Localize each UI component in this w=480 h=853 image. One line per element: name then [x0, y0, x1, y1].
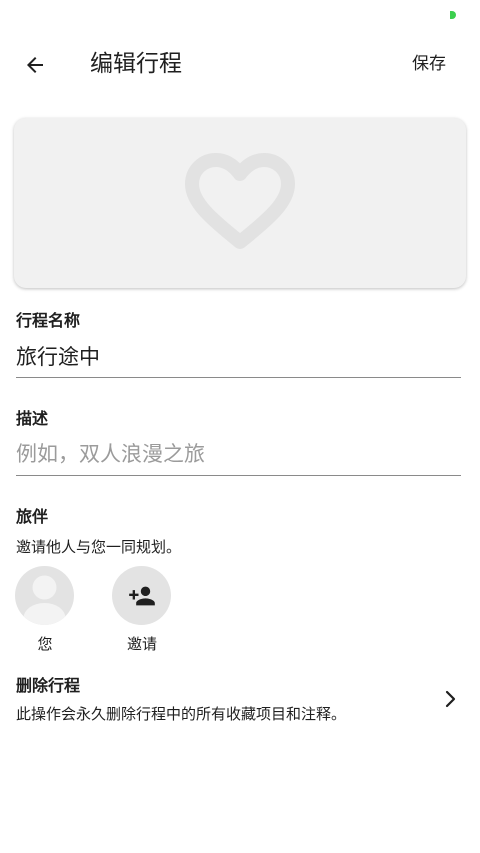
avatar [15, 566, 74, 625]
heart-icon [185, 153, 295, 249]
delete-trip-title: 删除行程 [16, 676, 81, 695]
arrow-left-icon [27, 57, 43, 73]
edit-trip-screen: 编辑行程 保存 行程名称 描述 旅伴 邀请他人与您一同规划。 您 邀请 删除行程… [0, 0, 480, 853]
delete-trip-row[interactable]: 删除行程 此操作会永久删除行程中的所有收藏项目和注释。 [0, 672, 480, 732]
companions-title: 旅伴 [16, 507, 49, 526]
companion-you[interactable]: 您 [15, 566, 75, 655]
invite-label: 邀请 [126, 635, 157, 653]
app-bar: 编辑行程 保存 [0, 36, 480, 94]
person-add-icon [128, 586, 155, 605]
companions-subtitle: 邀请他人与您一同规划。 [16, 538, 182, 556]
delete-trip-description: 此操作会永久删除行程中的所有收藏项目和注释。 [16, 705, 347, 723]
chevron-right-icon [445, 690, 456, 708]
invite-avatar [112, 566, 171, 625]
description-label: 描述 [16, 409, 49, 428]
trip-name-label: 行程名称 [16, 311, 81, 330]
trip-cover-image[interactable] [14, 118, 466, 288]
save-button[interactable]: 保存 [412, 50, 446, 78]
companion-you-label: 您 [37, 635, 53, 653]
invite-button[interactable]: 邀请 [112, 566, 172, 655]
person-icon [23, 575, 66, 625]
page-title: 编辑行程 [90, 51, 182, 77]
status-indicator [450, 11, 456, 19]
back-button[interactable] [14, 44, 56, 86]
description-input[interactable] [16, 438, 461, 476]
trip-name-input[interactable] [16, 340, 461, 378]
